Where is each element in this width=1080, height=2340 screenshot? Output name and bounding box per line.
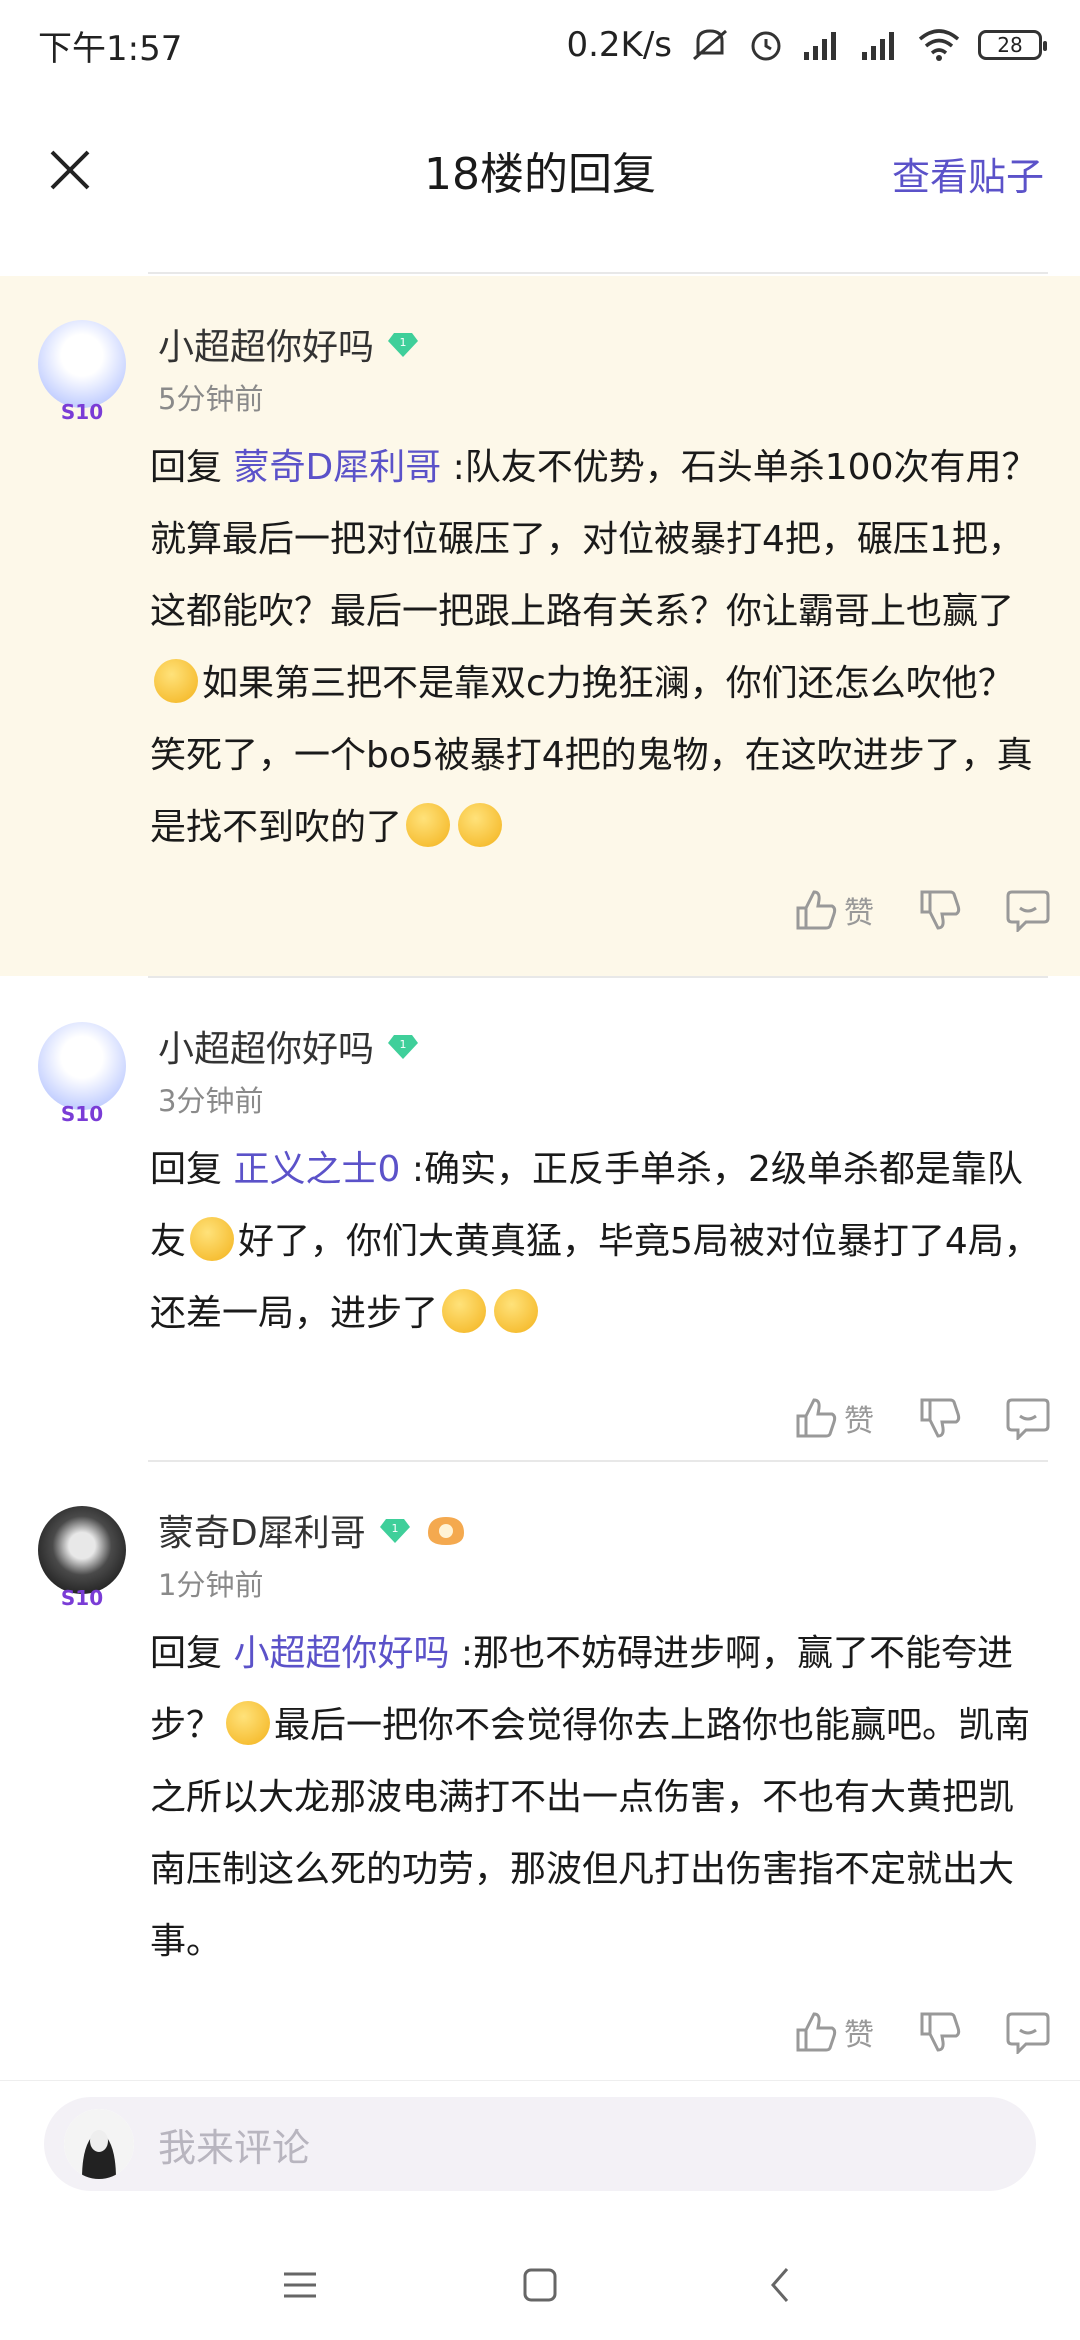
- reply-prefix: 回复: [150, 447, 223, 488]
- thumbs-down-icon: [920, 890, 961, 930]
- home-button[interactable]: [510, 2255, 570, 2315]
- view-post-link[interactable]: 查看贴子: [892, 146, 1044, 201]
- avatar[interactable]: S10: [30, 1506, 134, 1610]
- comment-button[interactable]: [1006, 2010, 1050, 2054]
- reply-item: S10 蒙奇D犀利哥 1 1分钟前 回复 小超超你好吗 :那也不妨碍进步啊，赢了…: [0, 1462, 1080, 2072]
- home-square-icon: [523, 2268, 557, 2302]
- reply-content: 回复 小超超你好吗 :那也不妨碍进步啊，赢了不能夸进步？ 最后一把你不会觉得你去上…: [150, 1618, 1040, 1978]
- avatar[interactable]: S10: [30, 320, 134, 424]
- mention-link[interactable]: 正义之士0: [233, 1149, 400, 1190]
- level-gem-icon: 1: [388, 333, 419, 357]
- like-label: 赞: [844, 1404, 874, 1439]
- level-gem-icon: 1: [379, 1519, 410, 1543]
- comment-icon: [1006, 890, 1050, 932]
- menu-icon: [284, 2272, 316, 2298]
- reply-content: 回复 正义之士0 :确实，正反手单杀，2级单杀都是靠队友 好了，你们大黄真猛，毕竟…: [150, 1134, 1040, 1350]
- comment-icon: [1006, 1398, 1050, 1440]
- reply-actions: 赞: [794, 2010, 1050, 2054]
- smile-emoji-icon: [154, 659, 198, 703]
- avatar-badge: S10: [60, 400, 104, 424]
- page-title: 18楼的回复: [424, 149, 656, 200]
- mention-link[interactable]: 蒙奇D犀利哥: [233, 447, 441, 488]
- signal-icon-2: [860, 30, 900, 60]
- avatar-badge: S10: [60, 1102, 104, 1126]
- alarm-icon: [748, 27, 784, 63]
- smile-emoji-icon: [190, 1217, 235, 1261]
- dislike-button[interactable]: [918, 888, 962, 932]
- dislike-button[interactable]: [918, 1396, 962, 1440]
- reply-time: 1分钟前: [158, 1568, 264, 1602]
- svg-text:1: 1: [400, 336, 407, 349]
- svg-text:1: 1: [391, 1522, 398, 1535]
- like-label: 赞: [844, 896, 874, 931]
- reply-actions: 赞: [794, 1396, 1050, 1440]
- reply-time: 5分钟前: [158, 382, 264, 416]
- reply-prefix: 回复: [150, 1149, 223, 1190]
- like-label: 赞: [844, 2018, 874, 2053]
- level-gem-icon: 1: [388, 1035, 419, 1059]
- header: 18楼的回复 查看贴子: [0, 120, 1080, 220]
- dislike-button[interactable]: [918, 2010, 962, 2054]
- username[interactable]: 蒙奇D犀利哥: [158, 1504, 366, 1556]
- comment-placeholder: 我来评论: [158, 2125, 311, 2170]
- thumbs-down-icon: [920, 1398, 961, 1438]
- battery-icon: 28: [978, 30, 1047, 60]
- comment-button[interactable]: [1006, 888, 1050, 932]
- mute-icon: [690, 27, 730, 63]
- laugh-emoji-icon: [494, 1289, 539, 1333]
- my-avatar: [64, 2109, 134, 2179]
- reply-actions: 赞: [794, 888, 1050, 932]
- reply-content: 回复 蒙奇D犀利哥 :队友不优势，石头单杀100次有用？就算最后一把对位碾压了，…: [150, 432, 1040, 864]
- reply-item: S10 小超超你好吗 1 3分钟前 回复 正义之士0 :确实，正反手单杀，2级单…: [0, 978, 1080, 1458]
- comment-icon: [1006, 2012, 1050, 2054]
- thumbs-up-icon: [796, 890, 837, 930]
- username[interactable]: 小超超你好吗: [158, 318, 374, 370]
- avatar-image: [64, 2109, 134, 2179]
- status-bar: 下午1:57 0.2K/s 28: [0, 0, 1080, 90]
- like-button[interactable]: 赞: [794, 1396, 874, 1440]
- username-row: 小超超你好吗 1: [158, 1020, 419, 1072]
- close-button[interactable]: [40, 140, 100, 200]
- avatar-image: [38, 320, 126, 408]
- back-chevron-icon: [771, 2268, 789, 2302]
- mention-link[interactable]: 小超超你好吗: [233, 1633, 449, 1674]
- username-row: 小超超你好吗 1: [158, 318, 419, 370]
- svg-text:1: 1: [400, 1038, 407, 1051]
- username-row: 蒙奇D犀利哥 1: [158, 1504, 468, 1556]
- wifi-icon: [918, 29, 960, 61]
- close-icon: [50, 150, 90, 190]
- reply-prefix: 回复: [150, 1633, 223, 1674]
- avatar-badge: S10: [60, 1586, 104, 1610]
- menu-button[interactable]: [270, 2255, 330, 2315]
- username[interactable]: 小超超你好吗: [158, 1020, 374, 1072]
- like-button[interactable]: 赞: [794, 888, 874, 932]
- comment-button[interactable]: [1006, 1396, 1050, 1440]
- thumbs-up-icon: [796, 2012, 837, 2052]
- thumbs-up-icon: [796, 1398, 837, 1438]
- comment-input[interactable]: 我来评论: [44, 2097, 1036, 2191]
- avatar-image: [38, 1506, 126, 1594]
- thumbs-down-icon: [920, 2012, 961, 2052]
- status-time: 下午1:57: [38, 28, 183, 69]
- reply-item: S10 小超超你好吗 1 5分钟前 回复 蒙奇D犀利哥 :队友不优势，石头单杀1…: [0, 276, 1080, 976]
- reply-text-2: 如果第三把不是靠双c力挽狂澜，你们还怎么吹他？笑死了，一个bo5被暴打4把的鬼物…: [150, 663, 1033, 848]
- reply-time: 3分钟前: [158, 1084, 264, 1118]
- back-button[interactable]: [750, 2255, 810, 2315]
- reply-text-2: 最后一把你不会觉得你去上路你也能赢吧。凯南之所以大龙那波电满打不出一点伤害，不也…: [150, 1705, 1031, 1962]
- medal-icon: [427, 1517, 464, 1545]
- signal-icon: [802, 30, 842, 60]
- status-icons: 0.2K/s 28: [566, 25, 1047, 65]
- avatar[interactable]: S10: [30, 1022, 134, 1126]
- laugh-emoji-icon: [442, 1289, 487, 1333]
- confused-emoji-icon: [226, 1701, 271, 1745]
- avatar-image: [38, 1022, 126, 1110]
- sweat-emoji-icon: [458, 803, 503, 847]
- sweat-emoji-icon: [406, 803, 451, 847]
- network-speed: 0.2K/s: [566, 25, 672, 65]
- reply-text-2: 好了，你们大黄真猛，毕竟5局被对位暴打了4局，还差一局，进步了: [150, 1221, 1040, 1334]
- system-nav-bar: [0, 2230, 1080, 2340]
- comment-bar: 我来评论: [0, 2080, 1080, 2230]
- like-button[interactable]: 赞: [794, 2010, 874, 2054]
- divider: [148, 272, 1048, 274]
